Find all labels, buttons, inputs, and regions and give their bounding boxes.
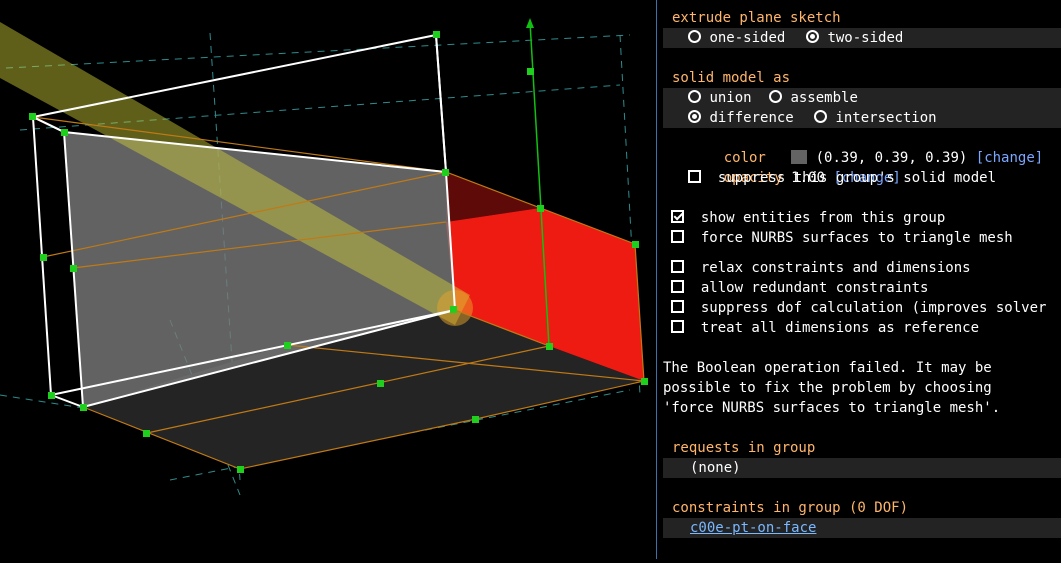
checkbox-label: treat all dimensions as reference xyxy=(700,320,980,336)
checkbox-icon xyxy=(671,210,684,223)
property-panel: extrude plane sketch one-sided two-sided… xyxy=(657,0,1061,559)
radio-icon xyxy=(688,30,701,43)
checkbox-icon xyxy=(671,280,684,293)
radio-label: two-sided xyxy=(827,30,904,46)
constraint-link[interactable]: c00e-pt-on-face xyxy=(690,520,816,536)
error-message-line-1: The Boolean operation failed. It may be xyxy=(663,360,992,376)
radio-label: difference xyxy=(709,110,794,126)
checkbox-allow-redundant[interactable]: allow redundant constraints xyxy=(671,278,928,298)
checkbox-suppress-dof[interactable]: suppress dof calculation (improves solve… xyxy=(671,298,1046,318)
radio-icon xyxy=(769,90,782,103)
requests-value: (none) xyxy=(690,460,741,476)
checkbox-treat-reference[interactable]: treat all dimensions as reference xyxy=(671,318,979,338)
checkbox-show-entities[interactable]: show entities from this group xyxy=(671,208,945,228)
radio-icon xyxy=(688,110,701,123)
checkbox-label: suppress dof calculation (improves solve… xyxy=(700,300,1047,316)
radio-label: union xyxy=(709,90,752,106)
constraints-heading: constraints in group (0 DOF) xyxy=(672,500,909,516)
checkbox-label: force NURBS surfaces to triangle mesh xyxy=(700,230,1013,246)
checkbox-label: allow redundant constraints xyxy=(700,280,929,296)
checkbox-label: suppress this group's solid model xyxy=(717,170,997,186)
error-message-line-3: 'force NURBS surfaces to triangle mesh'. xyxy=(663,400,1001,416)
checkbox-icon xyxy=(688,170,701,183)
color-change-link[interactable]: [change] xyxy=(976,150,1043,166)
radio-union[interactable]: union xyxy=(688,88,752,108)
checkbox-icon xyxy=(671,260,684,273)
checkbox-label: relax constraints and dimensions xyxy=(700,260,971,276)
model-canvas[interactable] xyxy=(0,0,656,559)
checkbox-label: show entities from this group xyxy=(700,210,946,226)
checkbox-suppress-solid[interactable]: suppress this group's solid model xyxy=(688,168,996,188)
extrude-heading: extrude plane sketch xyxy=(672,10,841,26)
3d-viewport[interactable] xyxy=(0,0,656,559)
checkbox-icon xyxy=(671,320,684,333)
radio-label: one-sided xyxy=(709,30,786,46)
checkbox-icon xyxy=(671,230,684,243)
error-message-line-2: possible to fix the problem by choosing xyxy=(663,380,992,396)
radio-label: intersection xyxy=(835,110,937,126)
radio-one-sided[interactable]: one-sided xyxy=(688,28,785,48)
radio-icon xyxy=(688,90,701,103)
checkbox-force-nurbs[interactable]: force NURBS surfaces to triangle mesh xyxy=(671,228,1013,248)
solid-model-heading: solid model as xyxy=(672,70,791,86)
radio-label: assemble xyxy=(790,90,858,106)
radio-icon xyxy=(806,30,819,43)
radio-icon xyxy=(814,110,827,123)
radio-intersection[interactable]: intersection xyxy=(814,108,937,128)
requests-heading: requests in group xyxy=(672,440,816,456)
checkbox-relax[interactable]: relax constraints and dimensions xyxy=(671,258,971,278)
radio-assemble[interactable]: assemble xyxy=(769,88,858,108)
radio-difference[interactable]: difference xyxy=(688,108,794,128)
radio-two-sided[interactable]: two-sided xyxy=(806,28,903,48)
checkbox-icon xyxy=(671,300,684,313)
